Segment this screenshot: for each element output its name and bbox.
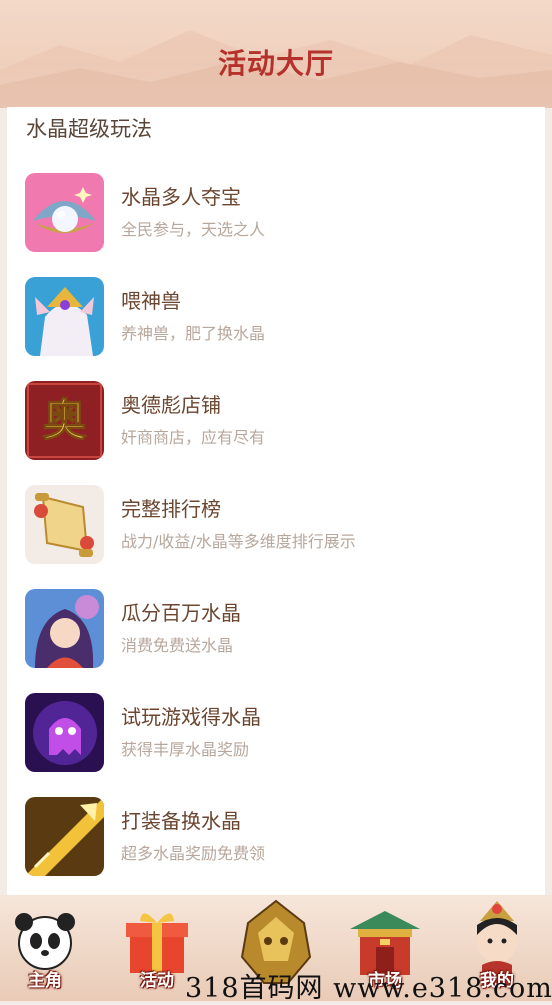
list-item-crystal-treasure[interactable]: 水晶多人夺宝 全民参与，天选之人 xyxy=(25,173,525,253)
item-title: 瓜分百万水晶 xyxy=(121,601,241,625)
item-subtitle: 超多水晶奖励免费领 xyxy=(121,844,266,863)
list-item-ranking[interactable]: 完整排行榜 战力/收益/水晶等多维度排行展示 xyxy=(25,485,525,565)
item-subtitle: 消费免费送水晶 xyxy=(121,636,234,655)
list-item-trial-games[interactable]: 试玩游戏得水晶 获得丰厚水晶奖励 xyxy=(25,693,525,773)
ao-shop-icon-text: 奥 xyxy=(43,395,87,446)
section-title: 水晶超级玩法 xyxy=(26,117,152,141)
item-subtitle: 奸商商店，应有尽有 xyxy=(121,428,266,447)
activity-card: 水晶超级玩法 水晶多人夺宝 全民参与，天选之人 喂神兽 养神兽，肥了换水晶 奥 … xyxy=(7,107,545,895)
purple-ghost-icon xyxy=(25,693,104,772)
watermark: 318首码网 www.e318.com xyxy=(185,973,552,1004)
pearl-shell-icon xyxy=(25,173,104,252)
golden-spear-icon xyxy=(25,797,104,876)
item-title: 完整排行榜 xyxy=(121,497,221,521)
divine-beast-icon xyxy=(25,277,104,356)
list-item-ao-shop[interactable]: 奥 奥德彪店铺 奸商商店，应有尽有 xyxy=(25,381,525,461)
page-title: 活动大厅 xyxy=(217,47,334,80)
item-title: 水晶多人夺宝 xyxy=(121,185,241,209)
header: 活动大厅 xyxy=(0,0,552,108)
tab-label: 主角 xyxy=(28,971,62,991)
tab-character[interactable]: 主角 xyxy=(0,895,90,1001)
scroll-icon xyxy=(25,485,104,564)
item-title: 喂神兽 xyxy=(121,289,181,313)
item-title: 试玩游戏得水晶 xyxy=(121,705,261,729)
item-title: 打装备换水晶 xyxy=(121,809,241,833)
ao-shop-icon: 奥 xyxy=(25,381,104,460)
fairy-girl-icon xyxy=(25,589,104,668)
item-subtitle: 战力/收益/水晶等多维度排行展示 xyxy=(121,532,356,551)
item-subtitle: 获得丰厚水晶奖励 xyxy=(121,740,250,759)
item-title: 奥德彪店铺 xyxy=(121,393,221,417)
list-item-equipment[interactable]: 打装备换水晶 超多水晶奖励免费领 xyxy=(25,797,525,877)
item-subtitle: 全民参与，天选之人 xyxy=(121,220,266,239)
item-subtitle: 养神兽，肥了换水晶 xyxy=(121,324,266,343)
list-item-feed-beast[interactable]: 喂神兽 养神兽，肥了换水晶 xyxy=(25,277,525,357)
list-item-share-crystals[interactable]: 瓜分百万水晶 消费免费送水晶 xyxy=(25,589,525,669)
